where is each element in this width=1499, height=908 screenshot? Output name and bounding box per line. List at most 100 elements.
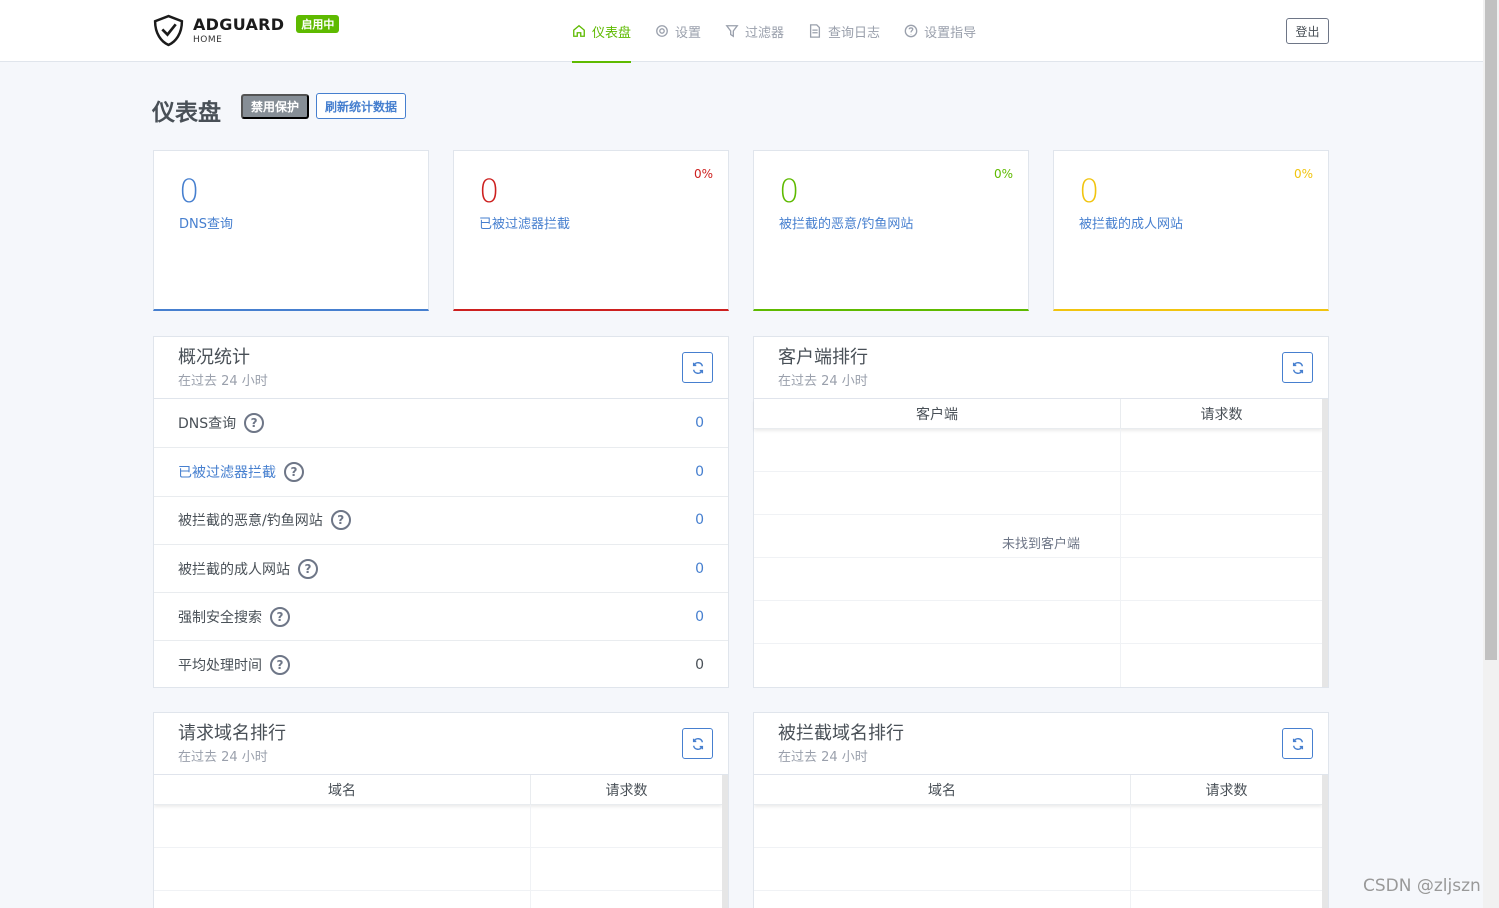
table-body: [754, 429, 1322, 687]
card-title: 被拦截域名排行: [778, 723, 904, 744]
nav-label: 设置: [675, 25, 702, 41]
counter-label: DNS查询: [179, 217, 233, 232]
stat-value: 0: [695, 560, 704, 577]
column-header-requests[interactable]: 请求数: [1121, 399, 1322, 428]
help-icon[interactable]: ?: [284, 461, 304, 482]
stat-row-adult: 被拦截的成人网站 ? 0: [154, 543, 728, 592]
nav-label: 过滤器: [745, 25, 785, 41]
refresh-button[interactable]: [1282, 352, 1313, 383]
help-icon[interactable]: ?: [298, 558, 318, 579]
counter-percent: 0%: [1293, 167, 1313, 181]
refresh-button[interactable]: [682, 352, 713, 383]
card-subtitle: 在过去 24 小时: [178, 750, 268, 765]
refresh-button[interactable]: [682, 728, 713, 759]
page-title: 仪表盘: [152, 100, 221, 126]
stat-value: 0: [695, 463, 704, 480]
stat-value: 0: [695, 608, 704, 625]
top-navbar: ADGUARD HOME 启用中 仪表盘 设置 过滤器 查询日志 设置指导 登出: [0, 0, 1483, 63]
column-header-domain[interactable]: 域名: [754, 775, 1131, 804]
main-nav: 仪表盘 设置 过滤器 查询日志 设置指导: [560, 0, 988, 63]
adguard-logo[interactable]: ADGUARD HOME 启用中: [152, 14, 340, 47]
home-icon: [573, 24, 585, 37]
domains-table: 域名 请求数: [154, 775, 728, 908]
scrollbar-thumb[interactable]: [1485, 0, 1497, 660]
filter-icon: [725, 25, 739, 38]
stat-label[interactable]: 已被过滤器拦截: [178, 462, 276, 482]
help-icon[interactable]: ?: [270, 655, 290, 676]
card-title: 客户端排行: [778, 347, 868, 368]
overview-card: 概况统计 在过去 24 小时 DNS查询 ? 0 已被过滤器拦截 ? 0 被拦截…: [153, 336, 729, 688]
disable-protection-button[interactable]: 禁用保护: [241, 94, 310, 119]
top-clients-card: 客户端排行 在过去 24 小时 客户端 请求数 未找到客户端: [753, 336, 1329, 688]
counter-blocked-filters: 0 已被过滤器拦截 0%: [453, 150, 729, 311]
column-header-client[interactable]: 客户端: [754, 399, 1121, 428]
stat-label: 被拦截的成人网站: [178, 561, 290, 578]
logo-title: ADGUARD: [193, 14, 285, 34]
card-subtitle: 在过去 24 小时: [778, 374, 868, 389]
nav-query-log[interactable]: 查询日志: [796, 0, 892, 62]
counter-value: 0: [1079, 172, 1100, 210]
overview-rows: DNS查询 ? 0 已被过滤器拦截 ? 0 被拦截的恶意/钓鱼网站 ? 0 被拦…: [154, 399, 728, 689]
blocked-domains-table: 域名 请求数: [754, 775, 1328, 908]
help-icon[interactable]: ?: [330, 510, 351, 531]
nav-settings[interactable]: 设置: [643, 0, 713, 62]
stat-label: 被拦截的恶意/钓鱼网站: [178, 513, 323, 530]
refresh-icon: [692, 361, 703, 374]
counter-label: 被拦截的成人网站: [1079, 217, 1184, 232]
counter-blocked-adult: 0 被拦截的成人网站 0%: [1053, 150, 1329, 311]
top-blocked-domains-card: 被拦截域名排行 在过去 24 小时 域名 请求数: [753, 712, 1329, 908]
status-badge: 启用中: [296, 14, 340, 33]
stat-row-blocked: 已被过滤器拦截 ? 0: [154, 447, 728, 495]
counter-value: 0: [479, 172, 500, 210]
column-header-domain[interactable]: 域名: [154, 775, 531, 804]
watermark: CSDN @zljszn: [1363, 876, 1481, 896]
counter-dns-queries: 0 DNS查询: [153, 150, 429, 311]
counter-label: 被拦截的恶意/钓鱼网站: [779, 217, 914, 232]
document-icon: [810, 24, 821, 38]
stat-label: 平均处理时间: [178, 658, 262, 675]
table-scrollbar[interactable]: [1322, 399, 1328, 687]
card-subtitle: 在过去 24 小时: [778, 750, 868, 765]
card-title: 概况统计: [178, 347, 250, 368]
shield-logo-icon: [153, 14, 184, 47]
column-header-requests[interactable]: 请求数: [531, 775, 722, 804]
nav-dashboard[interactable]: 仪表盘: [560, 0, 643, 63]
table-scrollbar[interactable]: [1322, 775, 1328, 908]
counter-label: 已被过滤器拦截: [479, 217, 571, 232]
help-icon[interactable]: ?: [244, 413, 265, 434]
counter-blocked-malware: 0 被拦截的恶意/钓鱼网站 0%: [753, 150, 1029, 311]
stat-value: 0: [695, 657, 704, 674]
table-body: [754, 805, 1322, 908]
empty-message: 未找到客户端: [754, 533, 1328, 556]
counter-value: 0: [179, 172, 200, 210]
logo-subtitle: HOME: [193, 34, 223, 45]
stat-row-safesearch: 强制安全搜索 ? 0: [154, 592, 728, 640]
stat-row-dns: DNS查询 ? 0: [154, 399, 728, 447]
refresh-icon: [1292, 361, 1303, 374]
help-icon[interactable]: ?: [270, 606, 290, 627]
refresh-icon: [692, 737, 703, 750]
stat-label: DNS查询: [178, 416, 237, 433]
table-body: [154, 805, 722, 908]
refresh-button[interactable]: [1282, 728, 1313, 759]
counter-percent: 0%: [993, 167, 1013, 181]
page-scrollbar[interactable]: [1483, 0, 1499, 908]
stat-value: 0: [695, 415, 704, 432]
gear-icon: [656, 25, 668, 37]
nav-label: 仪表盘: [592, 25, 632, 41]
top-domains-card: 请求域名排行 在过去 24 小时 域名 请求数: [153, 712, 729, 908]
refresh-icon: [1292, 737, 1303, 750]
refresh-stats-button[interactable]: 刷新统计数据: [316, 93, 407, 119]
nav-setup-guide[interactable]: 设置指导: [892, 0, 988, 62]
logout-button[interactable]: 登出: [1286, 18, 1329, 44]
nav-filters[interactable]: 过滤器: [713, 0, 796, 62]
clients-table: 客户端 请求数 未找到客户端: [754, 399, 1328, 687]
table-scrollbar[interactable]: [722, 775, 728, 908]
card-title: 请求域名排行: [178, 723, 286, 744]
nav-label: 查询日志: [828, 25, 881, 41]
counter-value: 0: [779, 172, 800, 210]
help-icon: [904, 24, 918, 38]
card-subtitle: 在过去 24 小时: [178, 374, 268, 389]
stat-row-avg-time: 平均处理时间 ? 0: [154, 640, 728, 688]
column-header-requests[interactable]: 请求数: [1131, 775, 1322, 804]
